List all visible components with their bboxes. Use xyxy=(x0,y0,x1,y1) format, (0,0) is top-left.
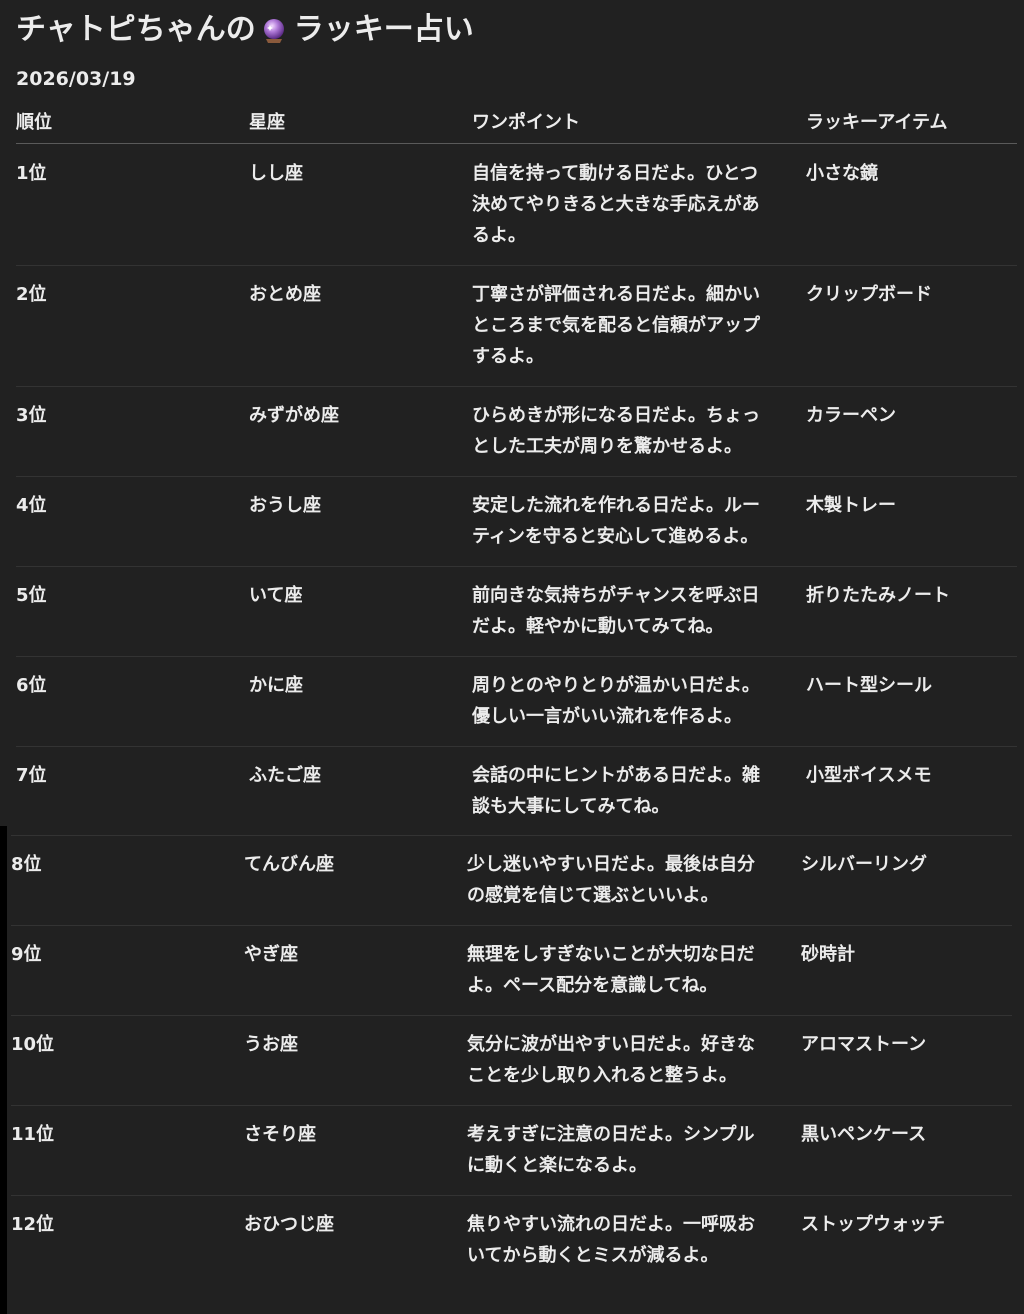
sign-cell: おひつじ座 xyxy=(244,1214,334,1235)
row-divider xyxy=(11,925,1012,926)
sign-cell: みずがめ座 xyxy=(249,405,339,426)
item-cell: ストップウォッチ xyxy=(801,1214,945,1235)
rank-cell: 1位 xyxy=(16,163,47,184)
tip-cell: 焦りやすい流れの日だよ。一呼吸お いてから動くとミスが減るよ。 xyxy=(467,1214,755,1266)
item-cell: 小型ボイスメモ xyxy=(806,765,932,786)
row-divider xyxy=(11,1105,1012,1106)
row-divider xyxy=(11,1195,1012,1196)
rank-cell: 10位 xyxy=(11,1034,55,1055)
page-title: チャトピちゃんの ラッキー占い xyxy=(16,10,474,50)
tip-cell: 会話の中にヒントがある日だよ。雑 談も大事にしてみてね。 xyxy=(472,765,760,817)
tip-cell: 丁寧さが評価される日だよ。細かい ところまで気を配ると信頼がアップ するよ。 xyxy=(472,284,760,367)
sign-cell: かに座 xyxy=(249,675,303,696)
sign-cell: おとめ座 xyxy=(249,284,321,305)
item-cell: クリップボード xyxy=(806,284,932,305)
date-label: 2026/03/19 xyxy=(16,68,136,90)
tip-cell: 無理をしすぎないことが大切な日だ よ。ペース配分を意識してね。 xyxy=(467,944,755,996)
rank-cell: 2位 xyxy=(16,284,47,305)
row-divider xyxy=(16,386,1017,387)
rank-cell: 12位 xyxy=(11,1214,55,1235)
rank-cell: 4位 xyxy=(16,495,47,516)
item-cell: ハート型シール xyxy=(806,675,932,696)
sign-cell: おうし座 xyxy=(249,495,321,516)
item-cell: シルバーリング xyxy=(801,854,927,875)
sign-cell: てんびん座 xyxy=(244,854,334,875)
item-cell: カラーペン xyxy=(806,405,896,426)
row-divider xyxy=(16,566,1017,567)
item-cell: 木製トレー xyxy=(806,495,896,516)
sign-cell: さそり座 xyxy=(244,1124,316,1145)
item-cell: 小さな鏡 xyxy=(806,163,878,184)
item-cell: アロマストーン xyxy=(801,1034,927,1055)
rank-cell: 8位 xyxy=(11,854,42,875)
tip-cell: ひらめきが形になる日だよ。ちょっ とした工夫が周りを驚かせるよ。 xyxy=(472,405,760,457)
rank-cell: 7位 xyxy=(16,765,47,786)
tip-cell: 自信を持って動ける日だよ。ひとつ 決めてやりきると大きな手応えがあ るよ。 xyxy=(472,163,760,246)
item-cell: 砂時計 xyxy=(801,944,855,965)
rank-cell: 6位 xyxy=(16,675,47,696)
crystal-ball-icon xyxy=(260,16,288,44)
sign-cell: うお座 xyxy=(244,1034,298,1055)
rank-cell: 5位 xyxy=(16,585,47,606)
rank-cell: 11位 xyxy=(11,1124,55,1145)
tip-cell: 前向きな気持ちがチャンスを呼ぶ日 だよ。軽やかに動いてみてね。 xyxy=(472,585,760,637)
row-divider xyxy=(16,476,1017,477)
title-suffix: ラッキー占い xyxy=(293,12,474,47)
row-divider xyxy=(11,835,1012,836)
header-tip: ワンポイント xyxy=(472,112,580,133)
header-item: ラッキーアイテム xyxy=(806,112,948,133)
sign-cell: しし座 xyxy=(249,163,303,184)
rank-cell: 9位 xyxy=(11,944,42,965)
row-divider xyxy=(11,1015,1012,1016)
item-cell: 黒いペンケース xyxy=(801,1124,927,1145)
header-sign: 星座 xyxy=(249,112,285,133)
tip-cell: 少し迷いやすい日だよ。最後は自分 の感覚を信じて選ぶといいよ。 xyxy=(467,854,755,906)
sign-cell: やぎ座 xyxy=(244,944,298,965)
tip-cell: 考えすぎに注意の日だよ。シンプル に動くと楽になるよ。 xyxy=(467,1124,755,1176)
row-divider xyxy=(16,746,1017,747)
tip-cell: 安定した流れを作れる日だよ。ルー ティンを守ると安心して進めるよ。 xyxy=(472,495,760,547)
header-rank: 順位 xyxy=(16,112,52,133)
tip-cell: 周りとのやりとりが温かい日だよ。 優しい一言がいい流れを作るよ。 xyxy=(472,675,760,727)
row-divider xyxy=(16,265,1017,266)
item-cell: 折りたたみノート xyxy=(806,585,950,606)
header-divider xyxy=(16,143,1017,144)
row-divider xyxy=(16,656,1017,657)
tip-cell: 気分に波が出やすい日だよ。好きな ことを少し取り入れると整うよ。 xyxy=(467,1034,755,1086)
rank-cell: 3位 xyxy=(16,405,47,426)
title-text: チャトピちゃんの xyxy=(16,12,256,47)
sign-cell: ふたご座 xyxy=(249,765,321,786)
sign-cell: いて座 xyxy=(249,585,303,606)
